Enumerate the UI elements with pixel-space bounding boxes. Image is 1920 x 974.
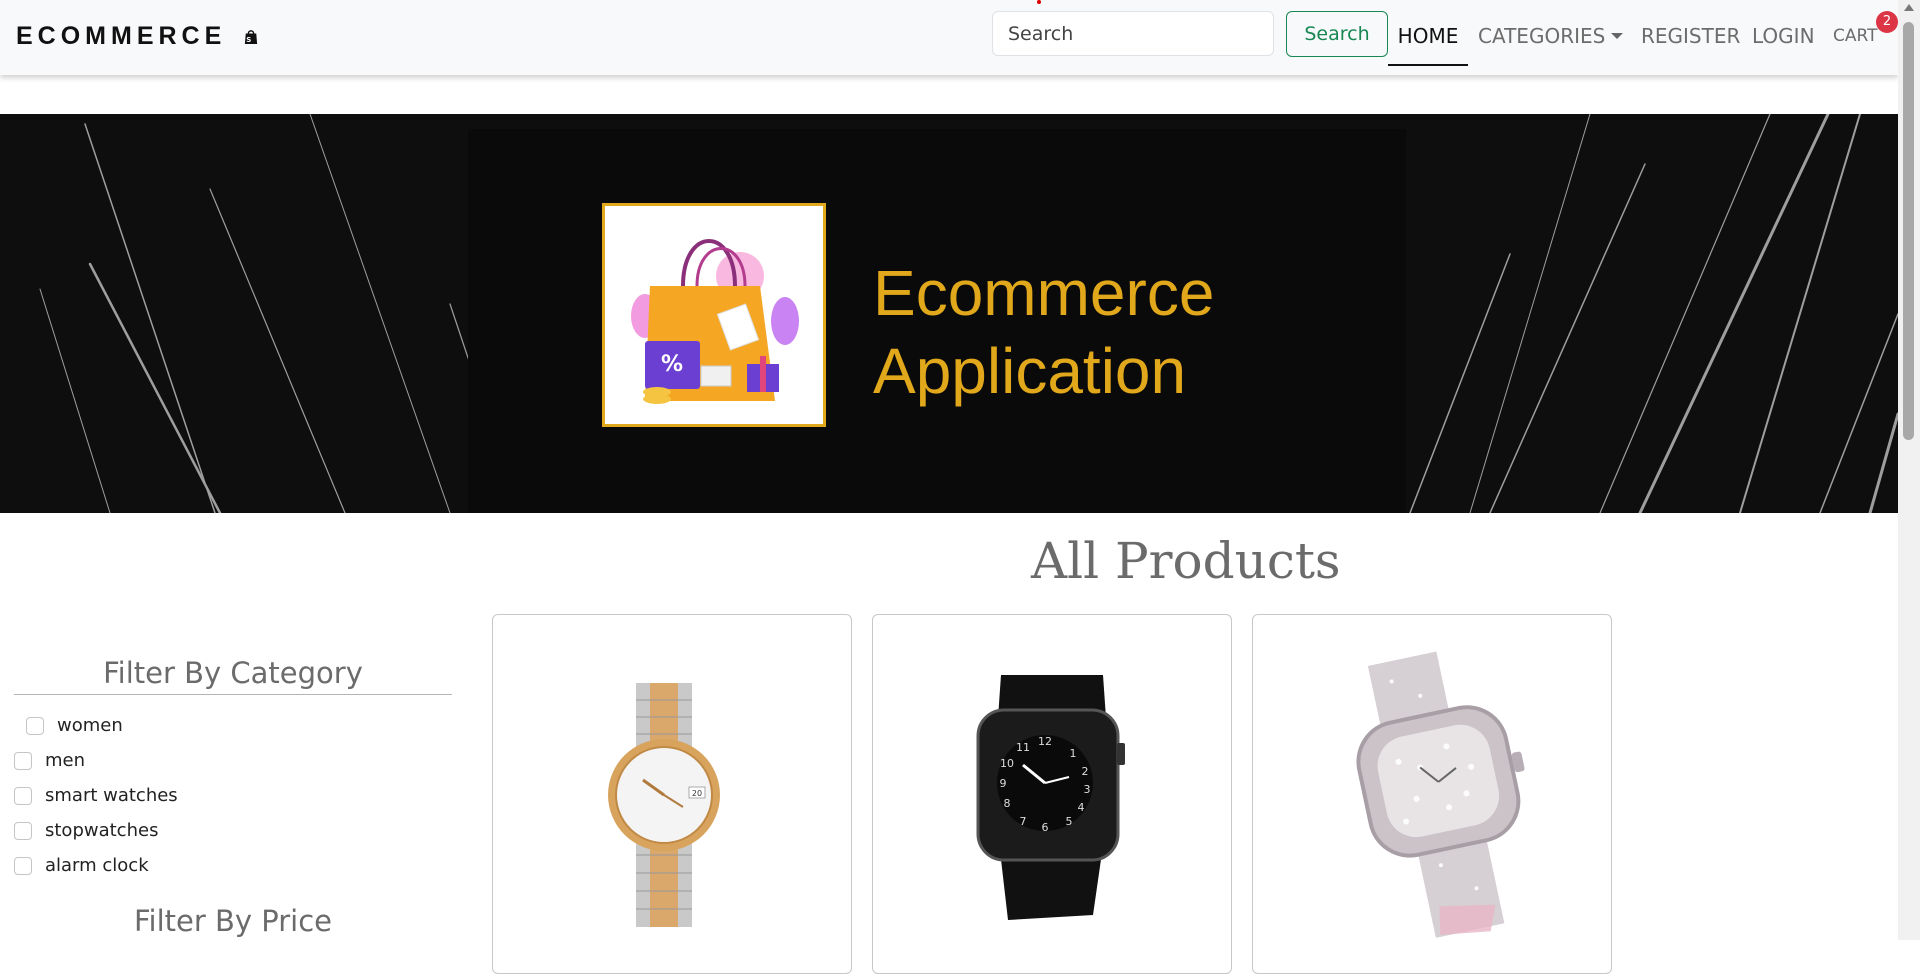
indicator-dot xyxy=(1037,0,1041,4)
banner-logo: % xyxy=(602,203,826,427)
category-option-smart-watches[interactable]: smart watches xyxy=(14,778,178,813)
svg-text:3: 3 xyxy=(1084,783,1091,796)
filter-price-title: Filter By Price xyxy=(133,904,333,938)
category-label: women xyxy=(57,715,123,736)
product-card[interactable]: 20 xyxy=(492,614,852,974)
svg-text:10: 10 xyxy=(1000,757,1014,770)
category-label: alarm clock xyxy=(45,855,149,876)
svg-text:S: S xyxy=(247,35,256,43)
cart-count-badge: 2 xyxy=(1876,11,1898,33)
product-card[interactable] xyxy=(1252,614,1612,974)
search-button[interactable]: Search xyxy=(1286,11,1388,57)
page-title: All Products xyxy=(1031,532,1341,590)
filter-divider xyxy=(14,694,452,695)
svg-text:6: 6 xyxy=(1042,821,1049,834)
svg-text:20: 20 xyxy=(692,789,702,798)
svg-text:4: 4 xyxy=(1078,801,1085,814)
filter-category-title: Filter By Category xyxy=(103,656,363,690)
svg-text:2: 2 xyxy=(1082,765,1089,778)
category-checkbox[interactable] xyxy=(14,821,32,840)
brand-logo[interactable]: ECOMMERCE S xyxy=(16,22,258,51)
svg-text:5: 5 xyxy=(1066,815,1073,828)
svg-text:11: 11 xyxy=(1016,741,1030,754)
two-tone-watch-image[interactable]: 20 xyxy=(493,615,851,945)
category-option-men[interactable]: men xyxy=(14,743,178,778)
shopping-bag-icon: S xyxy=(245,29,258,44)
category-option-stopwatches[interactable]: stopwatches xyxy=(14,813,178,848)
smart-watch-image[interactable]: 12 12 3 45 6 78 9 1011 xyxy=(873,615,1231,945)
brand-name: ECOMMERCE xyxy=(16,22,227,50)
category-label: stopwatches xyxy=(45,820,159,841)
category-option-alarm-clock[interactable]: alarm clock xyxy=(14,848,178,883)
product-card[interactable]: 12 1 2 3 45 6 78 9 10 11 xyxy=(872,614,1232,974)
banner-title: Ecommerce Application xyxy=(873,257,1215,407)
category-checkbox[interactable] xyxy=(14,856,32,875)
caret-down-icon xyxy=(1611,33,1624,39)
svg-text:%: % xyxy=(661,352,683,377)
nav-register[interactable]: REGISTER xyxy=(1641,24,1740,48)
svg-text:9: 9 xyxy=(1000,777,1007,790)
svg-text:8: 8 xyxy=(1004,797,1011,810)
scroll-up-arrow-icon[interactable] xyxy=(1904,4,1914,11)
category-label: smart watches xyxy=(45,785,178,806)
nav-cart[interactable]: CART xyxy=(1833,26,1877,46)
nav-categories-dropdown[interactable]: CATEGORIES xyxy=(1478,24,1624,48)
category-checkbox[interactable] xyxy=(14,786,32,805)
category-option-women[interactable]: women xyxy=(26,708,178,743)
category-filter-list: women men smart watches stopwatches alar… xyxy=(14,708,178,883)
svg-text:12: 12 xyxy=(1038,735,1052,748)
scroll-thumb[interactable] xyxy=(1903,22,1914,440)
category-label: men xyxy=(45,750,86,771)
navbar: ECOMMERCE S Search HOME CATEGORIES REGIS… xyxy=(0,0,1898,75)
svg-text:1: 1 xyxy=(1070,747,1077,760)
page-scrollbar[interactable] xyxy=(1898,0,1920,940)
shopping-bag-icon: % xyxy=(631,239,799,404)
nav-categories-label: CATEGORIES xyxy=(1478,24,1606,48)
diamond-watch-image[interactable] xyxy=(1253,615,1611,945)
nav-home[interactable]: HOME xyxy=(1388,24,1468,66)
category-checkbox[interactable] xyxy=(26,716,44,735)
search-input[interactable] xyxy=(992,11,1274,56)
category-checkbox[interactable] xyxy=(14,751,32,770)
nav-login[interactable]: LOGIN xyxy=(1752,24,1815,48)
svg-text:7: 7 xyxy=(1020,815,1027,828)
